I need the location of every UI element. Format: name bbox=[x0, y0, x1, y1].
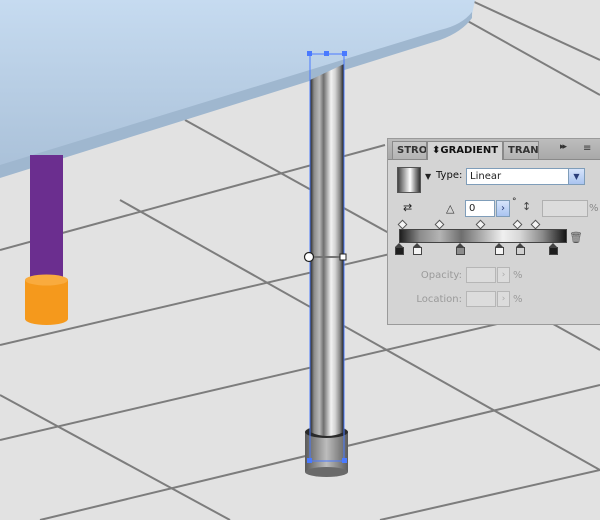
opacity-unit: % bbox=[513, 270, 523, 281]
location-input bbox=[466, 291, 496, 307]
opacity-label: Opacity: bbox=[420, 270, 462, 281]
gradient-stop[interactable] bbox=[395, 243, 404, 256]
gradient-annotator-end[interactable] bbox=[339, 253, 347, 261]
type-select[interactable]: Linear ▼ bbox=[466, 168, 585, 185]
gradient-stop[interactable] bbox=[516, 243, 525, 256]
gradient-stop[interactable] bbox=[495, 243, 504, 256]
aspect-ratio-unit: % bbox=[589, 203, 599, 214]
gradient-stop[interactable] bbox=[549, 243, 558, 256]
gradient-annotator-origin[interactable] bbox=[303, 251, 315, 263]
type-select-value: Linear bbox=[470, 171, 502, 182]
type-label: Type: bbox=[436, 170, 463, 181]
degree-symbol: ° bbox=[512, 197, 517, 207]
panel-menu-icon[interactable]: ≡ bbox=[583, 143, 597, 155]
tab-stroke[interactable]: STROKE bbox=[392, 141, 427, 159]
gradient-swatch[interactable] bbox=[397, 167, 421, 193]
angle-input[interactable]: 0 bbox=[465, 200, 495, 217]
gradient-stop[interactable] bbox=[413, 243, 422, 256]
gradient-ramp[interactable] bbox=[399, 229, 567, 243]
aspect-ratio-input bbox=[542, 200, 588, 217]
reverse-gradient-icon[interactable]: ⇄ bbox=[403, 201, 419, 215]
gradient-stop[interactable] bbox=[456, 243, 465, 256]
metal-pole[interactable] bbox=[310, 64, 344, 436]
trash-icon[interactable]: 🗑 bbox=[569, 231, 583, 244]
more-tabs-icon[interactable]: ▸▸ bbox=[560, 142, 567, 152]
gradient-midpoint[interactable] bbox=[530, 219, 541, 230]
location-label: Location: bbox=[416, 294, 462, 305]
leg-foot-top bbox=[25, 274, 68, 286]
opacity-input bbox=[466, 267, 496, 283]
tab-gradient-label: GRADIENT bbox=[440, 145, 499, 156]
gradient-midpoint[interactable] bbox=[397, 219, 408, 230]
tab-gradient[interactable]: ⬍GRADIENT bbox=[427, 141, 503, 160]
location-dropdown-button: › bbox=[497, 291, 510, 307]
pole-base-bottom bbox=[305, 467, 348, 477]
angle-icon: △ bbox=[446, 202, 455, 215]
gradient-slider[interactable] bbox=[395, 219, 581, 261]
opacity-dropdown-button: › bbox=[497, 267, 510, 283]
location-unit: % bbox=[513, 294, 523, 305]
swatch-dropdown-icon[interactable]: ▼ bbox=[425, 172, 431, 181]
angle-dropdown-button[interactable]: › bbox=[496, 200, 510, 217]
gradient-midpoint[interactable] bbox=[434, 219, 445, 230]
aspect-ratio-icon: ↕ bbox=[522, 200, 532, 213]
table-leg bbox=[30, 155, 63, 280]
panel-tab-bar: STROKE ⬍GRADIENT TRANSPARENCY ▸▸ ≡ bbox=[388, 139, 600, 160]
gradient-panel: STROKE ⬍GRADIENT TRANSPARENCY ▸▸ ≡ ▼ Typ… bbox=[387, 138, 600, 325]
gradient-midpoint[interactable] bbox=[475, 219, 486, 230]
chevron-down-icon[interactable]: ▼ bbox=[568, 169, 584, 184]
tab-transparency[interactable]: TRANSPARENCY bbox=[503, 141, 539, 159]
leg-foot-bottom bbox=[25, 313, 68, 325]
gradient-midpoint[interactable] bbox=[512, 219, 523, 230]
